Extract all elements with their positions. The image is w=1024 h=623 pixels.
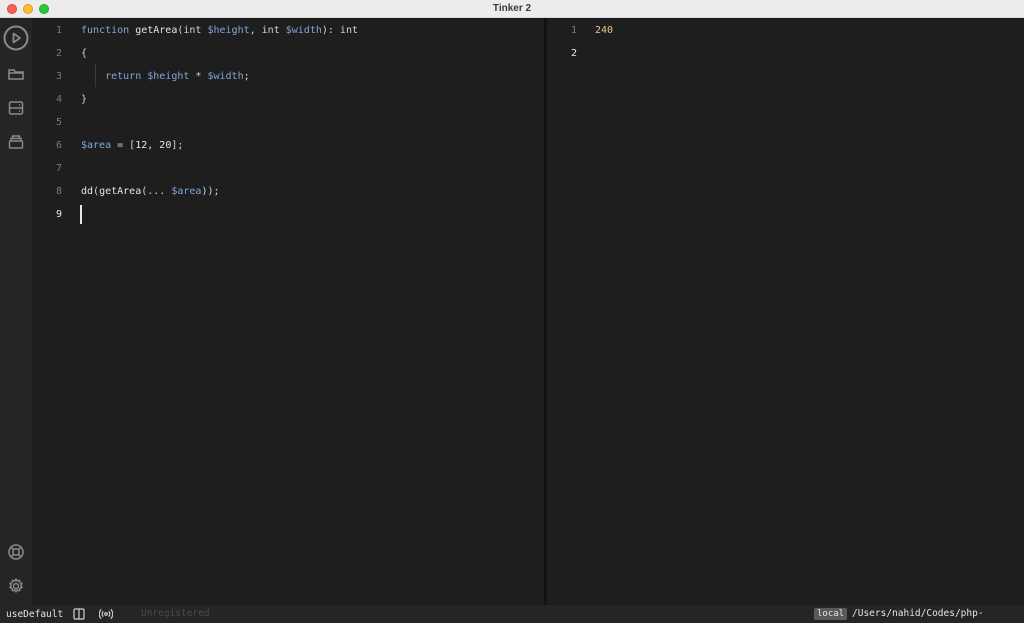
code-token: $height bbox=[207, 25, 250, 36]
code-token: return bbox=[105, 71, 142, 82]
output-line: 1 240 bbox=[547, 19, 1024, 42]
code-token: ]; bbox=[171, 140, 184, 151]
code-token: $width bbox=[285, 25, 322, 36]
line-number: 5 bbox=[55, 117, 62, 128]
code-text: $area = [12, 20]; bbox=[81, 134, 183, 157]
minimize-window-button[interactable] bbox=[23, 4, 33, 14]
text-cursor bbox=[80, 205, 82, 224]
open-folder-button[interactable] bbox=[4, 64, 28, 88]
sidebar bbox=[0, 18, 32, 605]
code-token: (... bbox=[141, 186, 172, 197]
layout-toggle-icon[interactable] bbox=[73, 608, 85, 620]
code-token: 12 bbox=[135, 140, 148, 151]
title-bar: Tinker 2 bbox=[0, 0, 1024, 18]
close-window-button[interactable] bbox=[7, 4, 17, 14]
code-token: $height bbox=[147, 71, 190, 82]
code-text: } bbox=[81, 88, 87, 111]
code-token: (int bbox=[177, 25, 208, 36]
code-token: * bbox=[189, 71, 208, 82]
help-icon bbox=[7, 543, 25, 566]
code-token: dd bbox=[81, 186, 94, 197]
registration-status[interactable]: Unregistered bbox=[141, 605, 210, 623]
server-icon bbox=[7, 99, 25, 122]
project-path: /Users/nahid/Codes/php-practice bbox=[852, 608, 984, 619]
code-line[interactable]: 2{ bbox=[32, 42, 544, 65]
line-number: 2 bbox=[55, 48, 62, 59]
code-token: ): int bbox=[321, 25, 358, 36]
run-icon bbox=[3, 25, 29, 56]
config-label[interactable]: useDefault bbox=[6, 605, 63, 623]
code-line[interactable]: 5 bbox=[32, 111, 544, 134]
code-text: return $height * $width; bbox=[81, 65, 250, 88]
code-line[interactable]: 8 dd(getArea(... $area)); bbox=[32, 180, 544, 203]
stack-icon bbox=[7, 133, 25, 156]
output-line: 2 bbox=[547, 42, 1024, 65]
line-number: 7 bbox=[55, 163, 62, 174]
line-number: 3 bbox=[55, 71, 62, 82]
output-value: 240 bbox=[595, 25, 614, 36]
zoom-window-button[interactable] bbox=[39, 4, 49, 14]
code-token: $width bbox=[207, 71, 244, 82]
settings-icon bbox=[7, 577, 25, 600]
code-text: function getArea(int $height, int $width… bbox=[81, 19, 358, 42]
code-token: = [ bbox=[111, 140, 136, 151]
line-number: 4 bbox=[55, 94, 62, 105]
code-token: ; bbox=[243, 71, 250, 82]
code-token: { bbox=[81, 48, 88, 59]
stack-button[interactable] bbox=[4, 132, 28, 156]
line-number: 8 bbox=[55, 186, 62, 197]
status-bar: useDefault Unregistered local /Users/nah… bbox=[0, 605, 1024, 623]
code-token: 20 bbox=[159, 140, 172, 151]
line-number: 6 bbox=[55, 140, 62, 151]
code-line[interactable]: 7 bbox=[32, 157, 544, 180]
code-line[interactable]: 1 function getArea(int $height, int $widt… bbox=[32, 19, 544, 42]
window-title: Tinker 2 bbox=[492, 3, 532, 14]
broadcast-icon[interactable] bbox=[98, 608, 114, 620]
code-token: } bbox=[81, 94, 88, 105]
code-line[interactable]: 9 bbox=[32, 203, 544, 226]
code-token: )); bbox=[201, 186, 220, 197]
folder-icon bbox=[7, 65, 25, 88]
help-button[interactable] bbox=[4, 542, 28, 566]
code-editor[interactable]: 1 function getArea(int $height, int $widt… bbox=[32, 18, 544, 605]
code-token: , int bbox=[249, 25, 286, 36]
output-line-number: 1 bbox=[570, 25, 577, 36]
code-text: dd(getArea(... $area)); bbox=[81, 180, 220, 203]
settings-button[interactable] bbox=[4, 576, 28, 600]
code-token: getArea bbox=[99, 186, 142, 197]
code-token: function bbox=[81, 25, 130, 36]
code-line[interactable]: 4} bbox=[32, 88, 544, 111]
code-token: $area bbox=[81, 140, 112, 151]
output-line-number: 2 bbox=[570, 48, 577, 59]
code-line[interactable]: 3 return $height * $width; bbox=[32, 65, 544, 88]
code-token: $area bbox=[171, 186, 202, 197]
run-button[interactable] bbox=[3, 25, 29, 56]
window-controls bbox=[7, 4, 49, 14]
output-panel: 1 240 2 bbox=[547, 18, 1024, 605]
line-number: 9 bbox=[55, 209, 62, 220]
code-text: { bbox=[81, 42, 87, 65]
line-number: 1 bbox=[55, 25, 62, 36]
code-token: getArea bbox=[135, 25, 178, 36]
server-button[interactable] bbox=[4, 98, 28, 122]
code-token: , bbox=[147, 140, 160, 151]
code-line[interactable]: 6 $area = [12, 20]; bbox=[32, 134, 544, 157]
environment-badge: local bbox=[814, 608, 848, 620]
